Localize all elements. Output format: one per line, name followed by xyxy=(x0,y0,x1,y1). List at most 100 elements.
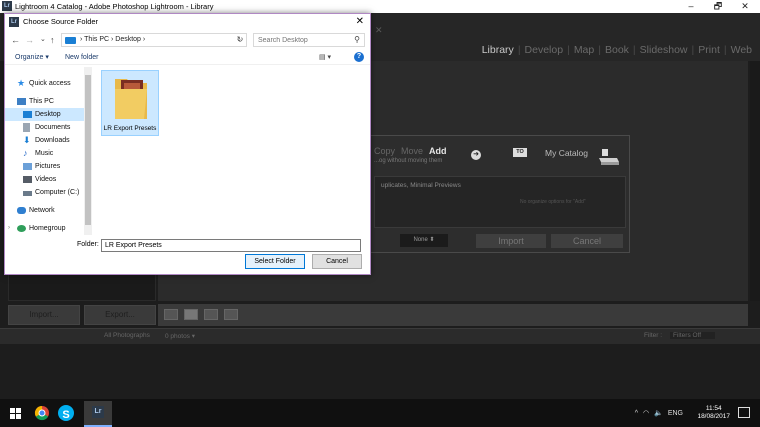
lightroom-titlebar: Lr Lightroom 4 Catalog - Adobe Photoshop… xyxy=(0,0,760,13)
nav-item-music[interactable]: ♪ Music xyxy=(5,147,89,160)
chrome-icon[interactable] xyxy=(32,403,52,423)
language-indicator[interactable]: ENG xyxy=(668,410,683,417)
nav-item-homegroup[interactable]: › Homegroup xyxy=(5,222,89,235)
refresh-icon[interactable]: ↻ xyxy=(233,33,247,47)
folder-icon xyxy=(115,79,147,119)
scrollbar-thumb[interactable] xyxy=(85,75,91,225)
desktop-icon xyxy=(23,111,32,118)
wifi-icon[interactable]: ◠ xyxy=(643,409,649,417)
nav-item-downloads[interactable]: ⬇ Downloads xyxy=(5,134,89,147)
volume-icon[interactable]: 🔈 xyxy=(654,409,663,417)
drive-icon xyxy=(23,191,32,196)
folder-contents: LR Export Presets xyxy=(95,67,365,235)
skype-icon[interactable]: S xyxy=(58,405,74,421)
dialog-close-button[interactable]: ✕ xyxy=(356,16,364,28)
module-slideshow[interactable]: Slideshow xyxy=(640,44,688,56)
filmstrip xyxy=(0,345,760,399)
lightroom-window-title: Lightroom 4 Catalog - Adobe Photoshop Li… xyxy=(15,2,214,11)
library-toolbar xyxy=(158,304,748,326)
previews-summary: uplicates, Minimal Previews xyxy=(381,182,461,189)
new-folder-button[interactable]: New folder xyxy=(65,53,98,63)
nav-item-quick-access[interactable]: ★ Quick access xyxy=(5,77,89,90)
cancel-button[interactable]: Cancel xyxy=(312,254,362,269)
download-icon: ⬇ xyxy=(23,135,31,145)
filmstrip-count: 0 photos ▾ xyxy=(165,333,196,340)
to-badge: TO xyxy=(513,148,527,157)
recent-locations-icon[interactable]: ⌄ xyxy=(40,34,46,46)
nav-item-videos[interactable]: Videos xyxy=(5,173,89,186)
module-develop[interactable]: Develop xyxy=(525,44,564,56)
maximize-button[interactable]: 🗗 xyxy=(707,0,729,13)
import-button[interactable]: Import... xyxy=(8,305,80,325)
compare-view-icon[interactable] xyxy=(204,309,218,320)
dialog-title: Choose Source Folder xyxy=(23,17,99,26)
folder-field[interactable] xyxy=(101,239,361,252)
up-arrow-icon[interactable]: ↑ xyxy=(50,34,55,46)
organize-button[interactable]: Organize ▾ xyxy=(15,53,49,63)
minimize-button[interactable]: – xyxy=(680,0,702,13)
folder-field-label: Folder: xyxy=(77,241,99,248)
loupe-view-icon[interactable] xyxy=(184,309,198,320)
module-library[interactable]: Library xyxy=(482,44,514,56)
filter-select[interactable]: Filters Off xyxy=(670,332,716,339)
view-options-button[interactable]: ▤ ▾ xyxy=(319,53,331,61)
destination-label: My Catalog xyxy=(545,148,588,158)
nav-item-network[interactable]: Network xyxy=(5,204,89,217)
search-box: ⚲ xyxy=(253,33,365,47)
nav-item-this-pc[interactable]: This PC xyxy=(5,95,89,108)
folder-icon xyxy=(65,37,76,44)
nav-item-documents[interactable]: Documents xyxy=(5,121,89,134)
video-icon xyxy=(23,176,32,183)
homegroup-icon xyxy=(17,225,26,232)
nav-item-pictures[interactable]: Pictures xyxy=(5,160,89,173)
mode-add[interactable]: Add xyxy=(429,146,447,156)
network-icon xyxy=(17,207,26,214)
import-export-buttons: Import... Export... xyxy=(8,305,156,325)
windows-start-icon[interactable] xyxy=(6,403,26,423)
notifications-icon[interactable] xyxy=(738,407,750,418)
help-button[interactable]: ? xyxy=(354,52,364,62)
module-web[interactable]: Web xyxy=(731,44,752,56)
lightroom-taskbar-button[interactable]: Lr xyxy=(84,401,112,427)
folder-item[interactable]: LR Export Presets xyxy=(101,70,159,136)
star-icon: ★ xyxy=(17,78,26,88)
close-button[interactable]: ✕ xyxy=(734,0,756,13)
lightroom-app-icon: Lr xyxy=(92,406,104,418)
survey-view-icon[interactable] xyxy=(224,309,238,320)
nav-pane-scrollbar[interactable] xyxy=(84,67,92,235)
mode-move[interactable]: Move xyxy=(401,146,423,156)
grid-view-icon[interactable] xyxy=(164,309,178,320)
module-picker: Library | Develop | Map | Book | Slideshow | … xyxy=(481,44,752,56)
module-book[interactable]: Book xyxy=(605,44,629,56)
filmstrip-source[interactable]: All Photographs xyxy=(104,332,150,339)
filmstrip-bar: All Photographs 0 photos ▾ Filter : Filt… xyxy=(0,328,760,344)
address-path[interactable]: › This PC › Desktop › xyxy=(80,34,145,46)
export-button[interactable]: Export... xyxy=(84,305,156,325)
module-print[interactable]: Print xyxy=(698,44,720,56)
import-preset-select[interactable]: None ⬍ xyxy=(400,234,448,247)
chevron-right-icon[interactable]: › xyxy=(8,222,10,235)
module-map[interactable]: Map xyxy=(574,44,594,56)
music-note-icon: ♪ xyxy=(23,148,28,158)
mode-description: ...og without moving them xyxy=(374,158,443,164)
import-mode-switch: Copy Move Add xyxy=(374,146,447,156)
select-folder-button[interactable]: Select Folder xyxy=(245,254,305,269)
search-icon: ⚲ xyxy=(354,35,360,44)
import-confirm-button[interactable]: Import xyxy=(476,234,546,248)
forward-arrow-icon[interactable]: → xyxy=(25,34,34,46)
tray-expand-icon[interactable]: ^ xyxy=(635,410,638,417)
lightroom-app-icon: Lr xyxy=(9,17,19,27)
search-input[interactable] xyxy=(258,35,350,45)
import-cancel-button[interactable]: Cancel xyxy=(551,234,623,248)
taskbar: S Lr ^ ◠ 🔈 ENG 11:54 18/08/2017 xyxy=(0,399,760,427)
organize-hint: No organize options for "Add" xyxy=(520,199,586,205)
back-arrow-icon[interactable]: ← xyxy=(11,34,20,46)
navigation-bar: ← → ⌄ ↑ › This PC › Desktop › ⌄ ↻ ⚲ xyxy=(5,32,370,48)
nav-item-desktop[interactable]: Desktop xyxy=(5,108,89,121)
command-bar: Organize ▾ New folder ▤ ▾ ? xyxy=(5,51,370,65)
address-bar[interactable]: › This PC › Desktop › ⌄ xyxy=(61,33,247,47)
mode-copy[interactable]: Copy xyxy=(374,146,395,156)
clock[interactable]: 11:54 18/08/2017 xyxy=(697,405,730,421)
nav-item-computer-c[interactable]: Computer (C:) xyxy=(5,186,89,199)
computer-icon xyxy=(17,98,26,105)
